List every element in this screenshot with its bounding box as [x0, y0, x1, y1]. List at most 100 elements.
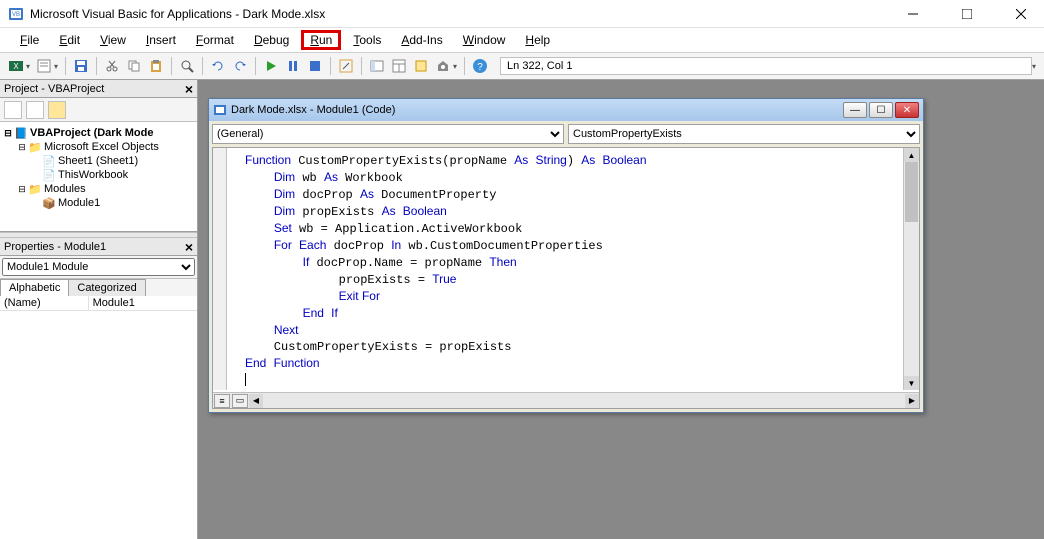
- design-mode-icon[interactable]: [336, 56, 356, 76]
- tree-thisworkbook[interactable]: 📄ThisWorkbook: [2, 168, 195, 182]
- mdi-area: Dark Mode.xlsx - Module1 (Code) — ☐ ✕ (G…: [198, 80, 1044, 539]
- dropdown-arrow-icon[interactable]: ▾: [54, 62, 58, 71]
- properties-panel-close-icon[interactable]: ×: [185, 239, 193, 255]
- find-icon[interactable]: [177, 56, 197, 76]
- view-code-icon[interactable]: [4, 101, 22, 119]
- insert-module-icon[interactable]: [34, 56, 54, 76]
- menu-edit[interactable]: Edit: [51, 31, 88, 49]
- paste-icon[interactable]: [146, 56, 166, 76]
- toolbar: X ▾ ▾ ▾ ? Ln 322, Col 1 ▾: [0, 52, 1044, 80]
- code-editor[interactable]: Function CustomPropertyExists(propName A…: [213, 148, 919, 392]
- menu-tools[interactable]: Tools: [345, 31, 389, 49]
- tree-label: Microsoft Excel Objects: [44, 141, 159, 153]
- menu-debug[interactable]: Debug: [246, 31, 297, 49]
- vertical-scrollbar[interactable]: ▲ ▼: [903, 148, 919, 390]
- sidebar: Project - VBAProject × ⊟📘VBAProject (Dar…: [0, 80, 198, 539]
- close-button[interactable]: [1006, 4, 1036, 24]
- code-maximize-button[interactable]: ☐: [869, 102, 893, 118]
- workspace: Project - VBAProject × ⊟📘VBAProject (Dar…: [0, 80, 1044, 539]
- toolbox-icon[interactable]: [433, 56, 453, 76]
- property-value[interactable]: Module1: [89, 296, 197, 310]
- project-panel-close-icon[interactable]: ×: [185, 81, 193, 97]
- menu-add-ins[interactable]: Add-Ins: [393, 31, 450, 49]
- dropdown-arrow-icon[interactable]: ▾: [1032, 62, 1036, 71]
- tree-modules[interactable]: ⊟📁Modules: [2, 182, 195, 196]
- menu-insert[interactable]: Insert: [138, 31, 184, 49]
- code-combos: (General) CustomPropertyExists: [209, 121, 923, 147]
- properties-panel-title: Properties - Module1: [4, 241, 185, 253]
- project-explorer-icon[interactable]: [367, 56, 387, 76]
- menubar: FileEditViewInsertFormatDebugRunToolsAdd…: [0, 28, 1044, 52]
- maximize-button[interactable]: [952, 4, 982, 24]
- properties-panel-header: Properties - Module1 ×: [0, 238, 197, 256]
- dropdown-arrow-icon[interactable]: ▾: [26, 62, 30, 71]
- tree-module1[interactable]: 📦Module1: [2, 196, 195, 210]
- properties-object-select[interactable]: Module1 Module: [2, 258, 195, 276]
- code-minimize-button[interactable]: —: [843, 102, 867, 118]
- svg-text:?: ?: [477, 62, 483, 73]
- window-title: Microsoft Visual Basic for Applications …: [30, 7, 898, 21]
- properties-tabs: Alphabetic Categorized: [0, 279, 197, 296]
- help-icon[interactable]: ?: [470, 56, 490, 76]
- pause-icon[interactable]: [283, 56, 303, 76]
- menu-format[interactable]: Format: [188, 31, 242, 49]
- scroll-left-icon[interactable]: ◀: [249, 394, 263, 408]
- cursor-position-status: Ln 322, Col 1: [500, 57, 1032, 75]
- menu-file[interactable]: File: [12, 31, 47, 49]
- horizontal-scrollbar[interactable]: ≡ ▭ ◀ ▶: [213, 392, 919, 408]
- run-icon[interactable]: [261, 56, 281, 76]
- property-name: (Name): [0, 296, 89, 310]
- tree-sheet1[interactable]: 📄Sheet1 (Sheet1): [2, 154, 195, 168]
- svg-text:VB: VB: [12, 12, 20, 18]
- tab-alphabetic[interactable]: Alphabetic: [0, 279, 69, 296]
- scroll-down-icon[interactable]: ▼: [904, 376, 919, 390]
- tree-project-root[interactable]: ⊟📘VBAProject (Dark Mode: [2, 126, 195, 140]
- code-close-button[interactable]: ✕: [895, 102, 919, 118]
- menu-help[interactable]: Help: [517, 31, 558, 49]
- module-icon: [213, 103, 227, 117]
- save-icon[interactable]: [71, 56, 91, 76]
- project-panel-title: Project - VBAProject: [4, 83, 185, 95]
- code-window-titlebar[interactable]: Dark Mode.xlsx - Module1 (Code) — ☐ ✕: [209, 99, 923, 121]
- procedure-view-icon[interactable]: ≡: [214, 394, 230, 408]
- tree-excel-objects[interactable]: ⊟📁Microsoft Excel Objects: [2, 140, 195, 154]
- redo-icon[interactable]: [230, 56, 250, 76]
- tab-categorized[interactable]: Categorized: [68, 279, 145, 296]
- svg-text:X: X: [13, 62, 19, 71]
- full-module-view-icon[interactable]: ▭: [232, 394, 248, 408]
- undo-icon[interactable]: [208, 56, 228, 76]
- window-titlebar: VB Microsoft Visual Basic for Applicatio…: [0, 0, 1044, 28]
- scrollbar-track[interactable]: [263, 394, 889, 408]
- copy-icon[interactable]: [124, 56, 144, 76]
- object-browser-icon[interactable]: [411, 56, 431, 76]
- tree-label: Modules: [44, 183, 86, 195]
- tree-label: Sheet1 (Sheet1): [58, 155, 138, 167]
- tree-label: Module1: [58, 197, 100, 209]
- view-object-icon[interactable]: [26, 101, 44, 119]
- dropdown-arrow-icon[interactable]: ▾: [453, 62, 457, 71]
- menu-window[interactable]: Window: [455, 31, 514, 49]
- stop-icon[interactable]: [305, 56, 325, 76]
- menu-view[interactable]: View: [92, 31, 134, 49]
- code-window: Dark Mode.xlsx - Module1 (Code) — ☐ ✕ (G…: [208, 98, 924, 413]
- menu-run[interactable]: Run: [301, 30, 341, 50]
- code-window-title: Dark Mode.xlsx - Module1 (Code): [231, 104, 843, 116]
- properties-object-selector: Module1 Module: [0, 256, 197, 279]
- property-row[interactable]: (Name) Module1: [0, 296, 197, 311]
- project-panel-header: Project - VBAProject ×: [0, 80, 197, 98]
- scrollbar-thumb[interactable]: [905, 162, 918, 222]
- scroll-right-icon[interactable]: ▶: [905, 394, 919, 408]
- minimize-button[interactable]: [898, 4, 928, 24]
- window-controls: [898, 4, 1036, 24]
- tree-label: VBAProject (Dark Mode: [30, 127, 153, 139]
- object-combo[interactable]: (General): [212, 124, 564, 144]
- cut-icon[interactable]: [102, 56, 122, 76]
- procedure-combo[interactable]: CustomPropertyExists: [568, 124, 920, 144]
- excel-view-icon[interactable]: X: [6, 56, 26, 76]
- toggle-folders-icon[interactable]: [48, 101, 66, 119]
- project-toolbar: [0, 98, 197, 122]
- properties-window-icon[interactable]: [389, 56, 409, 76]
- code-area: Function CustomPropertyExists(propName A…: [212, 147, 920, 409]
- scroll-up-icon[interactable]: ▲: [904, 148, 919, 162]
- code-gutter: [213, 148, 227, 390]
